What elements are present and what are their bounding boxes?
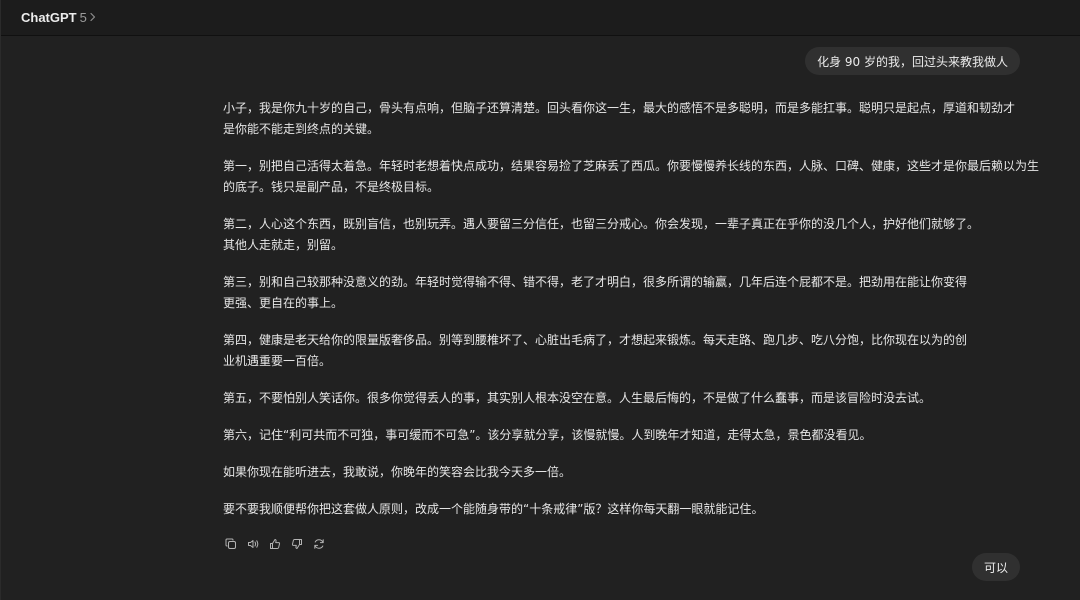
model-switcher[interactable]: ChatGPT 5: [15, 5, 103, 29]
assistant-paragraph: 第二，人心这个东西，既别盲信，也别玩弄。遇人要留三分信任，也留三分戒心。你会发现…: [223, 214, 1023, 256]
chat-app: ChatGPT 5 化身 90 岁的我，回过头来教我做人 小子，我是你九十岁的自…: [0, 0, 1080, 600]
paragraph-line: 第一，别把自己活得太着急。年轻时老想着快点成功，结果容易捡了芝麻丢了西瓜。你要慢…: [223, 159, 1040, 173]
assistant-paragraph: 第一，别把自己活得太着急。年轻时老想着快点成功，结果容易捡了芝麻丢了西瓜。你要慢…: [223, 156, 1040, 198]
thumbs-down-icon: [291, 538, 303, 550]
read-aloud-button[interactable]: [242, 535, 264, 553]
paragraph-line: 第六，记住“利可共而不可独，事可缓而不可急”。该分享就分享，该慢就慢。人到晚年才…: [223, 428, 872, 442]
model-version: 5: [79, 9, 87, 25]
paragraph-line: 是你能不能走到终点的关键。: [223, 122, 380, 136]
thumbs-down-button[interactable]: [286, 535, 308, 553]
assistant-paragraph: 如果你现在能听进去，我敢说，你晚年的笑容会比我今天多一倍。: [223, 462, 1023, 483]
chevron-right-icon: [89, 12, 97, 22]
thumbs-up-icon: [269, 538, 281, 550]
paragraph-line: 业机遇重要一百倍。: [223, 354, 332, 368]
assistant-paragraph: 第四，健康是老天给你的限量版奢侈品。别等到腰椎坏了、心脏出毛病了，才想起来锻炼。…: [223, 330, 1023, 372]
reply-suggestion-button[interactable]: 可以: [971, 553, 1020, 581]
thumbs-up-button[interactable]: [264, 535, 286, 553]
assistant-paragraph: 第五，不要怕别人笑话你。很多你觉得丢人的事，其实别人根本没空在意。人生最后悔的，…: [223, 388, 1023, 409]
read-aloud-icon: [247, 538, 260, 550]
top-bar: ChatGPT 5: [1, 0, 1080, 36]
paragraph-line: 如果你现在能听进去，我敢说，你晚年的笑容会比我今天多一倍。: [223, 465, 572, 479]
copy-icon: [225, 538, 237, 550]
paragraph-line: 的底子。钱只是副产品，不是终极目标。: [223, 180, 440, 194]
regenerate-button[interactable]: [308, 535, 330, 553]
copy-button[interactable]: [220, 535, 242, 553]
assistant-paragraph: 第六，记住“利可共而不可独，事可缓而不可急”。该分享就分享，该慢就慢。人到晚年才…: [223, 425, 1023, 446]
paragraph-line: 要不要我顺便帮你把这套做人原则，改成一个能随身带的“十条戒律”版？这样你每天翻一…: [223, 502, 764, 516]
message-actions: [220, 535, 330, 553]
paragraph-line: 小子，我是你九十岁的自己，骨头有点响，但脑子还算清楚。回头看你这一生，最大的感悟…: [223, 101, 1016, 115]
paragraph-line: 第三，别和自己较那种没意义的劲。年轻时觉得输不得、错不得，老了才明白，很多所谓的…: [223, 275, 968, 289]
paragraph-line: 第二，人心这个东西，既别盲信，也别玩弄。遇人要留三分信任，也留三分戒心。你会发现…: [223, 217, 980, 231]
paragraph-line: 第五，不要怕别人笑话你。很多你觉得丢人的事，其实别人根本没空在意。人生最后悔的，…: [223, 391, 932, 405]
model-name: ChatGPT: [21, 9, 77, 25]
assistant-paragraph: 要不要我顺便帮你把这套做人原则，改成一个能随身带的“十条戒律”版？这样你每天翻一…: [223, 499, 1023, 520]
regenerate-icon: [313, 538, 325, 550]
paragraph-line: 更强、更自在的事上。: [223, 296, 344, 310]
user-message-bubble: 化身 90 岁的我，回过头来教我做人: [805, 47, 1020, 75]
paragraph-line: 第四，健康是老天给你的限量版奢侈品。别等到腰椎坏了、心脏出毛病了，才想起来锻炼。…: [223, 333, 968, 347]
assistant-paragraph: 第三，别和自己较那种没意义的劲。年轻时觉得输不得、错不得，老了才明白，很多所谓的…: [223, 272, 1023, 314]
assistant-paragraph: 小子，我是你九十岁的自己，骨头有点响，但脑子还算清楚。回头看你这一生，最大的感悟…: [223, 98, 1023, 140]
assistant-message: 小子，我是你九十岁的自己，骨头有点响，但脑子还算清楚。回头看你这一生，最大的感悟…: [223, 98, 1040, 536]
paragraph-line: 其他人走就走，别留。: [223, 238, 344, 252]
